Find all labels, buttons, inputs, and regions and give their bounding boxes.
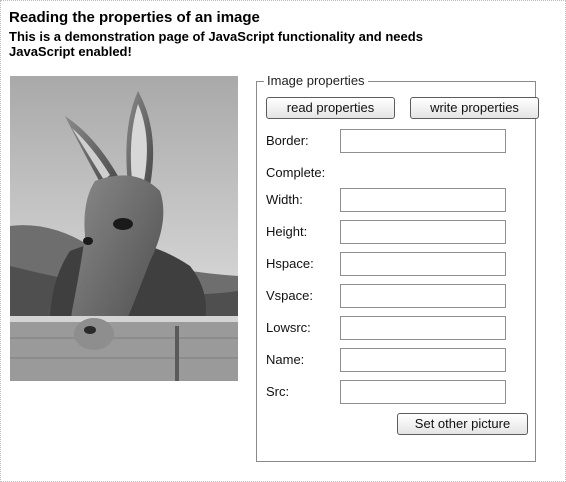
page-title: Reading the properties of an image — [9, 9, 260, 26]
width-field[interactable] — [340, 188, 506, 212]
complete-label: Complete: — [266, 165, 326, 180]
src-label: Src: — [266, 384, 290, 399]
border-field[interactable] — [340, 129, 506, 153]
name-label: Name: — [266, 352, 305, 367]
vspace-field[interactable] — [340, 284, 506, 308]
src-field[interactable] — [340, 380, 506, 404]
intro-text: This is a demonstration page of JavaScri… — [9, 29, 423, 59]
lowsrc-field[interactable] — [340, 316, 506, 340]
hspace-label: Hspace: — [266, 256, 314, 271]
width-label: Width: — [266, 192, 303, 207]
set-other-picture-button[interactable]: Set other picture — [397, 413, 528, 435]
name-field[interactable] — [340, 348, 506, 372]
read-properties-button[interactable]: read properties — [266, 97, 395, 119]
donkey-photo — [10, 76, 238, 381]
height-label: Height: — [266, 224, 308, 239]
border-label: Border: — [266, 133, 309, 148]
write-properties-button[interactable]: write properties — [410, 97, 539, 119]
image-properties-legend: Image properties — [267, 73, 365, 88]
donkey-illustration — [10, 76, 238, 381]
height-field[interactable] — [340, 220, 506, 244]
hspace-field[interactable] — [340, 252, 506, 276]
lowsrc-label: Lowsrc: — [266, 320, 311, 335]
vspace-label: Vspace: — [266, 288, 313, 303]
